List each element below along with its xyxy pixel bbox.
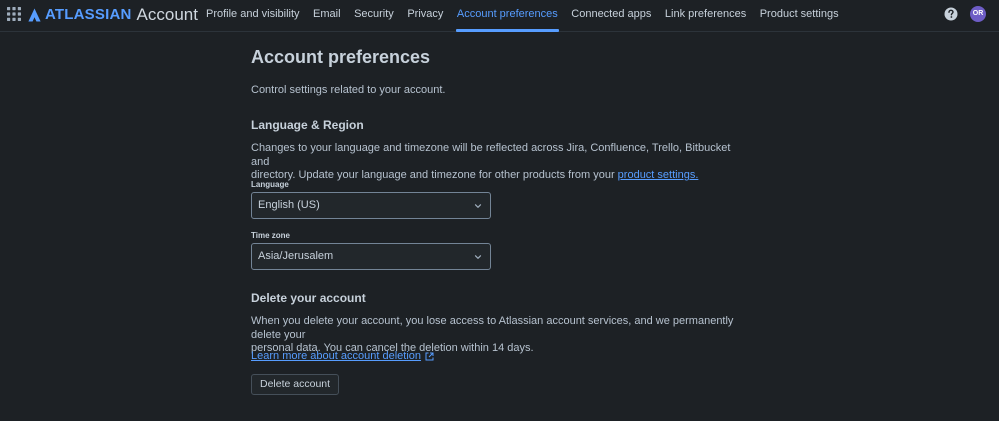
app-switcher-icon[interactable] xyxy=(7,7,21,21)
main-nav: Profile and visibility Email Security Pr… xyxy=(206,0,852,32)
chevron-down-icon xyxy=(474,204,482,208)
page-description: Control settings related to your account… xyxy=(251,84,446,96)
language-region-heading: Language & Region xyxy=(251,118,364,132)
chevron-down-icon xyxy=(474,255,482,259)
nav-connected-apps[interactable]: Connected apps xyxy=(571,0,651,32)
delete-account-button[interactable]: Delete account xyxy=(251,374,340,395)
learn-more-deletion-link[interactable]: Learn more about account deletion xyxy=(251,350,434,362)
language-label: Language xyxy=(251,180,289,189)
language-region-text-line-2-text: directory. Update your language and time… xyxy=(251,169,618,181)
atlassian-logo-icon xyxy=(28,8,41,22)
nav-product-settings[interactable]: Product settings xyxy=(760,0,839,32)
nav-privacy[interactable]: Privacy xyxy=(407,0,443,32)
nav-security[interactable]: Security xyxy=(354,0,394,32)
learn-more-deletion-text: Learn more about account deletion xyxy=(251,350,422,362)
nav-account-preferences[interactable]: Account preferences xyxy=(455,0,559,32)
language-region-text-line-1: Changes to your language and timezone wi… xyxy=(251,142,731,168)
atlassian-account-logo[interactable]: ATLASSIAN Account xyxy=(28,5,198,25)
language-select-value: English (US) xyxy=(258,199,320,211)
delete-account-heading: Delete your account xyxy=(251,291,366,305)
external-link-icon xyxy=(425,352,434,360)
nav-email[interactable]: Email xyxy=(313,0,341,32)
language-region-description: Changes to your language and timezone wi… xyxy=(251,142,751,183)
product-settings-link[interactable]: product settings. xyxy=(618,169,699,181)
nav-profile-and-visibility[interactable]: Profile and visibility xyxy=(206,0,300,32)
help-icon[interactable] xyxy=(944,7,958,21)
page-title: Account preferences xyxy=(251,47,431,67)
timezone-select[interactable]: Asia/Jerusalem xyxy=(251,243,491,270)
language-select[interactable]: English (US) xyxy=(251,192,491,219)
nav-link-preferences[interactable]: Link preferences xyxy=(665,0,746,32)
language-region-text-line-2: directory. Update your language and time… xyxy=(251,169,751,183)
timezone-select-value: Asia/Jerusalem xyxy=(258,250,334,262)
avatar[interactable]: OR xyxy=(970,6,986,22)
delete-account-text-line-1: When you delete your account, you lose a… xyxy=(251,315,734,341)
product-name: Account xyxy=(136,5,198,24)
timezone-label: Time zone xyxy=(251,231,290,240)
brand-wordmark: ATLASSIAN xyxy=(45,6,132,23)
top-navigation-bar: ATLASSIAN Account Profile and visibility… xyxy=(0,0,999,32)
